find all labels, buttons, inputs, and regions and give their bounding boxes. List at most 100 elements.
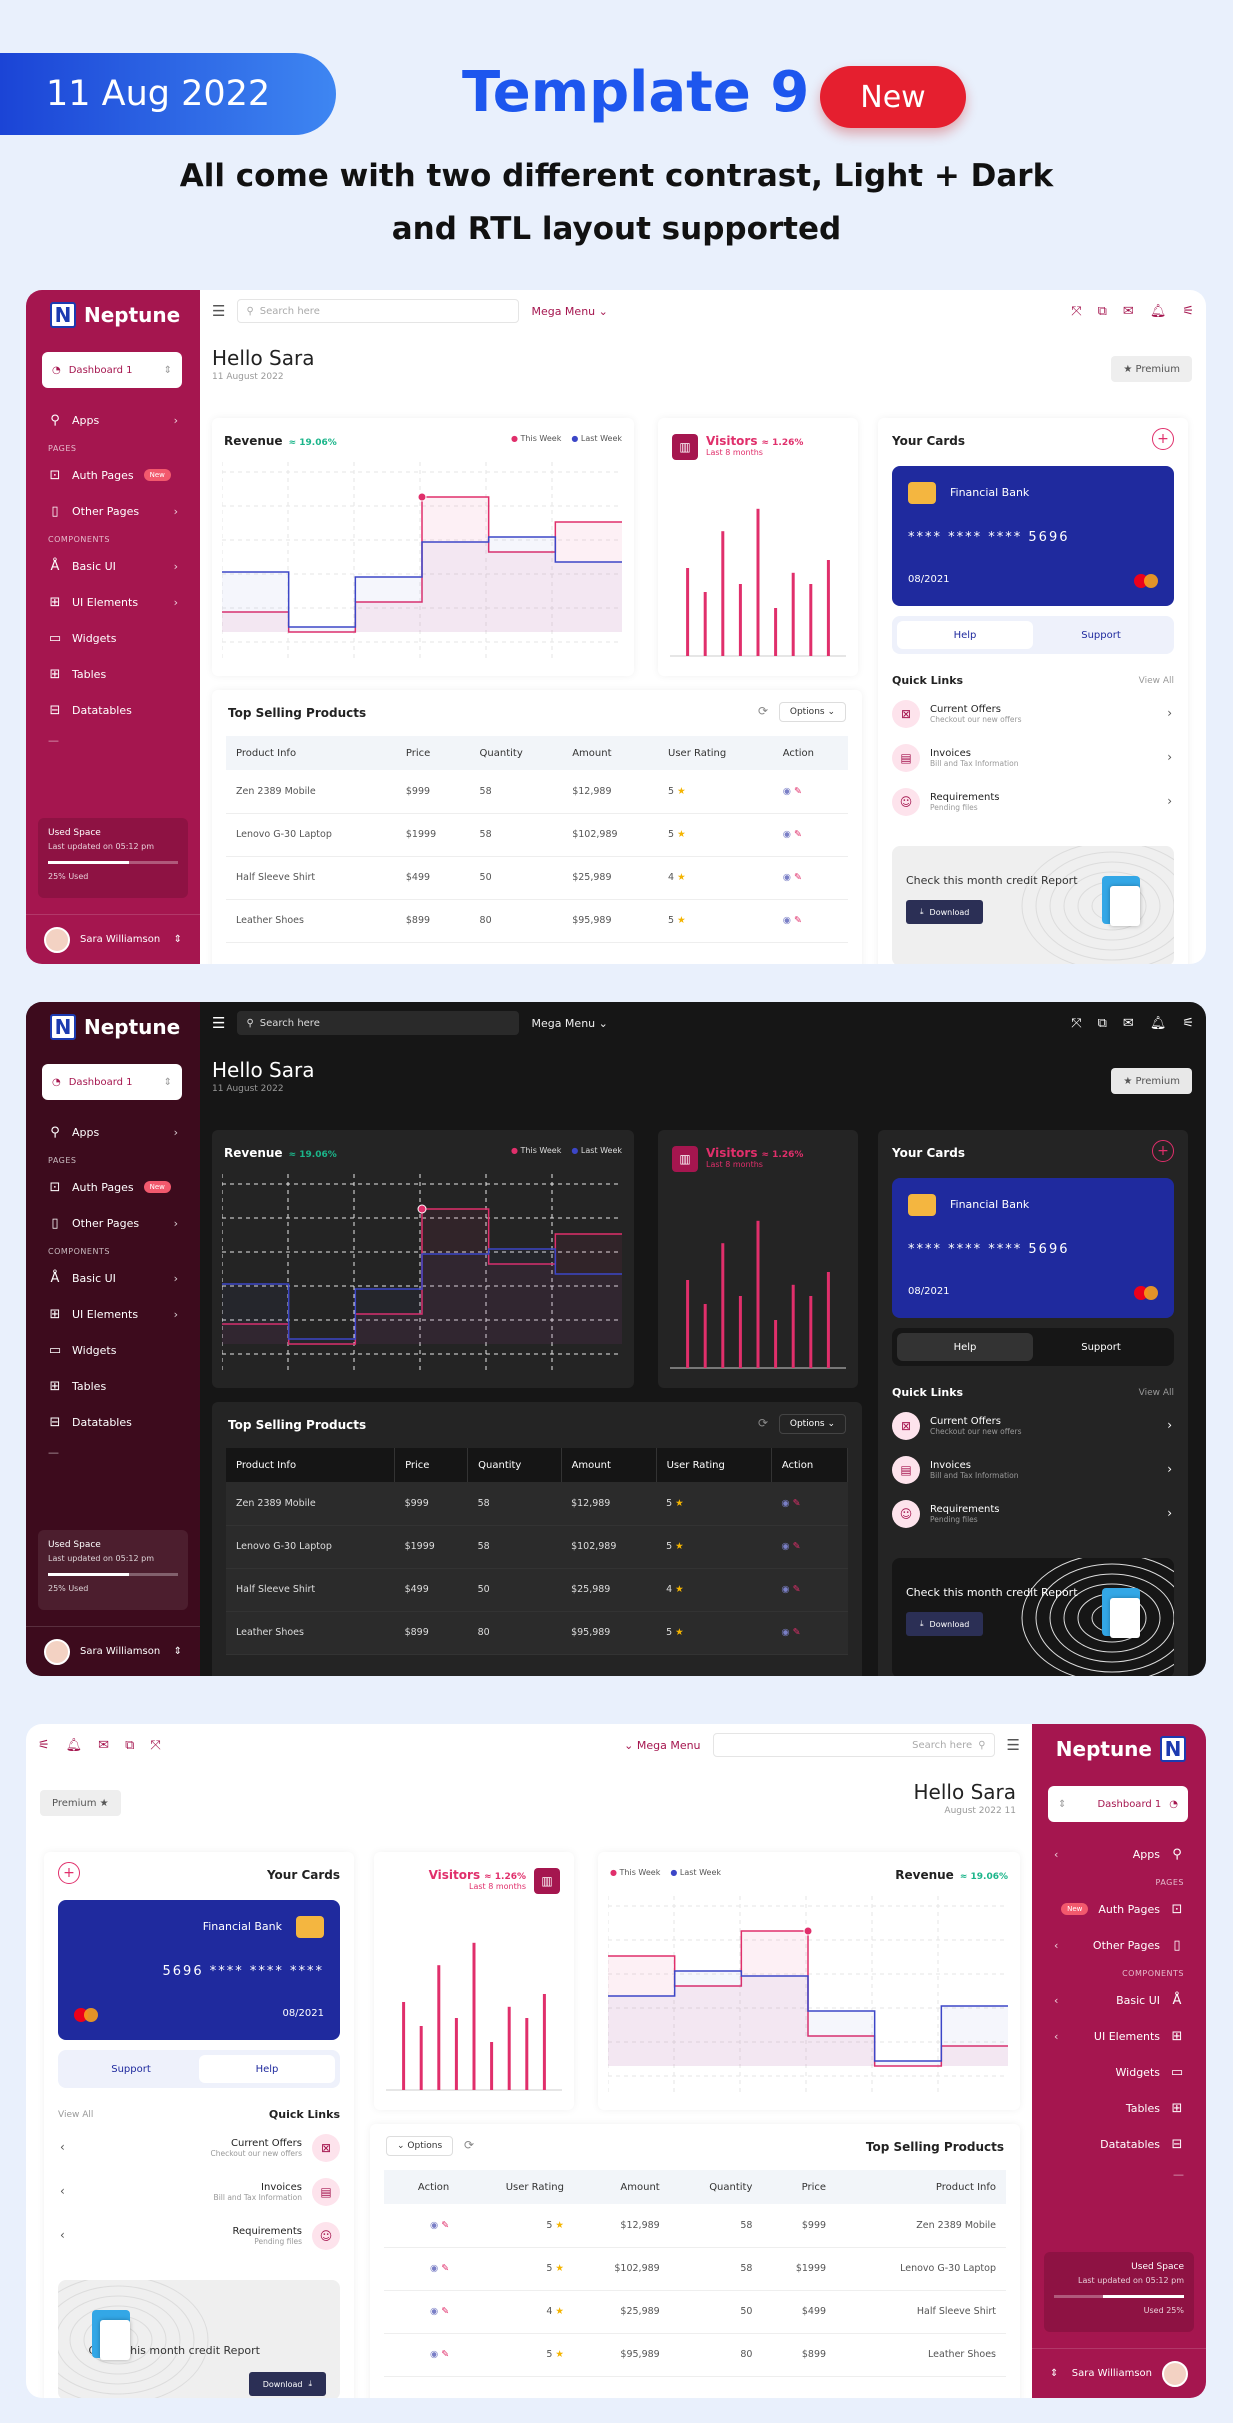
sidebar-item-auth-pages[interactable]: ⊡ Auth Pages New [1032, 1891, 1206, 1927]
quick-link-0[interactable]: ⊠ Current Offers Checkout our new offers [210, 2134, 340, 2162]
fullscreen-icon[interactable]: ⤧ [150, 1738, 160, 1753]
mail-icon[interactable]: ✉ [1123, 1016, 1134, 1031]
sidebar-item-auth-pages[interactable]: ⊡ Auth Pages New [26, 457, 200, 493]
sidebar-item-other-pages[interactable]: ▯ Other Pages ‹ [1032, 1927, 1206, 1963]
add-card-icon[interactable]: + [1152, 428, 1174, 450]
add-card-icon[interactable]: + [58, 1862, 80, 1884]
premium-button[interactable]: ★ Premium [1111, 1068, 1192, 1094]
premium-button[interactable]: Premium ★ [40, 1790, 121, 1816]
sidebar-item-other-pages[interactable]: ▯ Other Pages › [26, 493, 200, 529]
view-icon[interactable]: ◉ [783, 786, 794, 797]
sidebar-item-widgets[interactable]: ▭ Widgets [26, 620, 200, 656]
translate-icon[interactable]: ⧉ [1098, 304, 1107, 319]
user-profile[interactable]: Sara Williamson ⇕ [26, 1626, 200, 1676]
edit-icon[interactable]: ✎ [793, 1498, 801, 1509]
edit-icon[interactable]: ✎ [794, 786, 802, 797]
view-all-link[interactable]: View All [1139, 676, 1174, 686]
edit-icon[interactable]: ✎ [794, 872, 802, 883]
data-point[interactable] [803, 1926, 813, 1936]
sidebar-item-basic-ui[interactable]: Å Basic UI ‹ [1032, 1982, 1206, 2018]
mail-icon[interactable]: ✉ [1123, 304, 1134, 319]
fullscreen-icon[interactable]: ⤧ [1071, 304, 1081, 319]
dashboard-select[interactable]: ◔ Dashboard 1 ⇕ [42, 352, 182, 388]
sidebar-item-other-pages[interactable]: ▯ Other Pages › [26, 1205, 200, 1241]
view-icon[interactable]: ◉ [430, 2263, 441, 2274]
view-all-link[interactable]: View All [58, 2110, 93, 2120]
refresh-icon[interactable]: ⟳ [758, 704, 768, 718]
mega-menu[interactable]: Mega Menu ⌄ [531, 305, 607, 318]
quick-link-2[interactable]: ☺ Requirements Pending files [232, 2222, 340, 2250]
bell-icon[interactable]: 🔔︎ [66, 1738, 83, 1753]
user-profile[interactable]: Sara Williamson ⇕ [1032, 2348, 1206, 2398]
sidebar-item-widgets[interactable]: ▭ Widgets [26, 1332, 200, 1368]
hamburger-icon[interactable]: ☰ [212, 302, 225, 320]
view-icon[interactable]: ◉ [781, 1498, 792, 1509]
tab-help[interactable]: Help [897, 1333, 1033, 1361]
refresh-icon[interactable]: ⟳ [758, 1416, 768, 1430]
credit-card[interactable]: Financial Bank 5696 **** **** **** 08/2021 [58, 1900, 340, 2040]
premium-button[interactable]: ★ Premium [1111, 356, 1192, 382]
mega-menu[interactable]: ⌄ Mega Menu [624, 1739, 700, 1752]
data-point[interactable] [417, 492, 427, 502]
sidebar-item-basic-ui[interactable]: Å Basic UI › [26, 548, 200, 584]
edit-icon[interactable]: ✎ [793, 1627, 801, 1638]
credit-card[interactable]: Financial Bank **** **** **** 5696 08/2021 [892, 466, 1174, 606]
sidebar-item-basic-ui[interactable]: Å Basic UI › [26, 1260, 200, 1296]
quick-link-0[interactable]: ⊠ Current Offers Checkout our new offers [892, 1412, 1022, 1440]
options-dropdown[interactable]: Options ⌄ [778, 1414, 846, 1434]
view-icon[interactable]: ◉ [430, 2306, 441, 2317]
download-button[interactable]: ⤓ Download [906, 1612, 984, 1636]
hamburger-icon[interactable]: ☰ [1007, 1736, 1020, 1754]
view-icon[interactable]: ◉ [430, 2349, 441, 2360]
bell-icon[interactable]: 🔔︎ [1150, 1016, 1167, 1031]
edit-icon[interactable]: ✎ [793, 1541, 801, 1552]
sidebar-item-widgets[interactable]: ▭ Widgets [1032, 2054, 1206, 2090]
tab-help[interactable]: Help [199, 2055, 335, 2083]
quick-link-2[interactable]: ☺ Requirements Pending files [892, 788, 1000, 816]
search-input[interactable]: ⚲ Search here [237, 1011, 520, 1035]
tab-support[interactable]: Support [63, 2055, 199, 2083]
edit-icon[interactable]: ✎ [794, 915, 802, 926]
view-icon[interactable]: ◉ [783, 829, 794, 840]
refresh-icon[interactable]: ⟳ [464, 2138, 474, 2152]
sidebar-item-apps[interactable]: ⚲ Apps › [26, 1114, 200, 1150]
sidebar-item-datatables[interactable]: ⊟ Datatables [26, 692, 200, 728]
dashboard-select[interactable]: ◔ Dashboard 1 ⇕ [1048, 1786, 1188, 1822]
quick-link-2[interactable]: ☺ Requirements Pending files [892, 1500, 1000, 1528]
settings-icon[interactable]: ⚟ [1182, 1016, 1194, 1031]
brand-logo[interactable]: N Neptune [50, 1014, 180, 1040]
brand-logo[interactable]: N Neptune [1056, 1736, 1186, 1762]
view-all-link[interactable]: View All [1139, 1388, 1174, 1398]
brand-logo[interactable]: N Neptune [50, 302, 180, 328]
tab-support[interactable]: Support [1033, 1333, 1169, 1361]
quick-link-1[interactable]: ▤ Invoices Bill and Tax Information [892, 744, 1018, 772]
quick-link-0[interactable]: ⊠ Current Offers Checkout our new offers [892, 700, 1022, 728]
view-icon[interactable]: ◉ [783, 872, 794, 883]
view-icon[interactable]: ◉ [781, 1584, 792, 1595]
tab-help[interactable]: Help [897, 621, 1033, 649]
sidebar-item-apps[interactable]: ⚲ Apps ‹ [1032, 1836, 1206, 1872]
translate-icon[interactable]: ⧉ [125, 1738, 134, 1753]
quick-link-1[interactable]: ▤ Invoices Bill and Tax Information [892, 1456, 1018, 1484]
credit-card[interactable]: Financial Bank **** **** **** 5696 08/2021 [892, 1178, 1174, 1318]
user-profile[interactable]: Sara Williamson ⇕ [26, 914, 200, 964]
settings-icon[interactable]: ⚟ [1182, 304, 1194, 319]
sidebar-item-apps[interactable]: ⚲ Apps › [26, 402, 200, 438]
mega-menu[interactable]: Mega Menu ⌄ [531, 1017, 607, 1030]
edit-icon[interactable]: ✎ [793, 1584, 801, 1595]
sidebar-item-tables[interactable]: ⊞ Tables [26, 1368, 200, 1404]
view-icon[interactable]: ◉ [783, 915, 794, 926]
options-dropdown[interactable]: ⌄ Options [386, 2136, 454, 2156]
view-icon[interactable]: ◉ [781, 1627, 792, 1638]
edit-icon[interactable]: ✎ [441, 2263, 449, 2274]
hamburger-icon[interactable]: ☰ [212, 1014, 225, 1032]
download-button[interactable]: ⤓ Download [248, 2372, 326, 2396]
sidebar-item-datatables[interactable]: ⊟ Datatables [1032, 2126, 1206, 2162]
settings-icon[interactable]: ⚟ [38, 1738, 50, 1753]
sidebar-item-ui-elements[interactable]: ⊞ UI Elements › [26, 1296, 200, 1332]
sidebar-item-ui-elements[interactable]: ⊞ UI Elements › [26, 584, 200, 620]
edit-icon[interactable]: ✎ [794, 829, 802, 840]
translate-icon[interactable]: ⧉ [1098, 1016, 1107, 1031]
quick-link-1[interactable]: ▤ Invoices Bill and Tax Information [214, 2178, 340, 2206]
sidebar-item-ui-elements[interactable]: ⊞ UI Elements ‹ [1032, 2018, 1206, 2054]
